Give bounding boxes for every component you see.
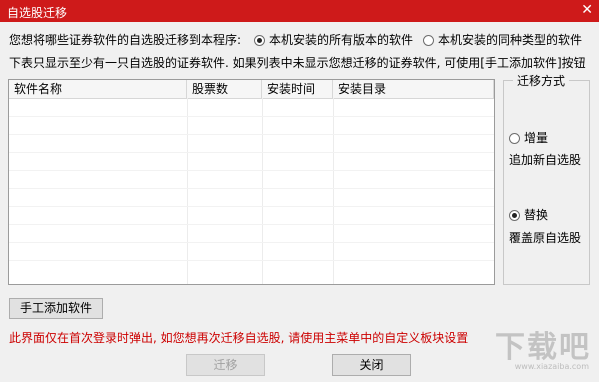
incremental-description: 追加新自选股 [509,153,582,167]
list-header: 软件名称 股票数 安装时间 安装目录 [9,80,494,99]
source-question: 您想将哪些证券软件的自选股迁移到本程序: [9,31,241,48]
row-divider [9,224,494,225]
column-stock-count[interactable]: 股票数 [187,80,262,98]
row-divider [9,260,494,261]
row-divider [9,242,494,243]
column-divider [333,98,334,284]
radio-incremental-indicator[interactable] [509,133,520,144]
radio-replace-indicator[interactable] [509,210,520,221]
replace-description: 覆盖原自选股 [509,231,582,245]
radio-all-versions-label: 本机安装的所有版本的软件 [269,33,414,47]
radio-same-type[interactable]: 本机安装的同种类型的软件 [423,31,582,48]
manual-add-button[interactable]: 手工添加软件 [9,298,103,319]
column-divider [187,98,188,284]
column-divider [262,98,263,284]
row-divider [9,206,494,207]
watermark-url: www.xiazaiba.com [514,362,589,371]
notice-text: 此界面仅在首次登录时弹出, 如您想再次迁移自选股, 请使用主菜单中的自定义板块设… [9,331,469,345]
radio-same-type-label: 本机安装的同种类型的软件 [438,33,583,47]
watermark-logo: 下载吧 [495,330,591,365]
row-divider [9,170,494,171]
close-icon[interactable]: ✕ [581,2,593,18]
column-install-time[interactable]: 安装时间 [262,80,333,98]
radio-incremental-label: 增量 [524,131,549,145]
column-software-name[interactable]: 软件名称 [9,80,187,98]
close-button[interactable]: 关闭 [332,354,411,376]
title-bar: 自选股迁移 ✕ [0,0,599,22]
migration-mode-legend: 迁移方式 [513,72,570,89]
radio-all-versions-indicator[interactable] [254,35,265,46]
radio-replace[interactable]: 替换 [509,206,548,223]
column-install-dir[interactable]: 安装目录 [333,80,494,98]
row-divider [9,188,494,189]
source-question-label: 您想将哪些证券软件的自选股迁移到本程序: [9,33,242,47]
migrate-button[interactable]: 迁移 [186,354,265,376]
row-divider [9,134,494,135]
software-list[interactable]: 软件名称 股票数 安装时间 安装目录 [8,79,495,285]
radio-incremental[interactable]: 增量 [509,129,548,146]
radio-all-versions[interactable]: 本机安装的所有版本的软件 [254,31,413,48]
window-title: 自选股迁移 [7,6,68,20]
hint-text: 下表只显示至少有一只自选股的证券软件. 如果列表中未显示您想迁移的证券软件, 可… [9,56,586,70]
migration-mode-group: 迁移方式 [503,72,590,285]
row-divider [9,116,494,117]
radio-same-type-indicator[interactable] [423,35,434,46]
radio-replace-label: 替换 [524,208,549,222]
row-divider [9,152,494,153]
